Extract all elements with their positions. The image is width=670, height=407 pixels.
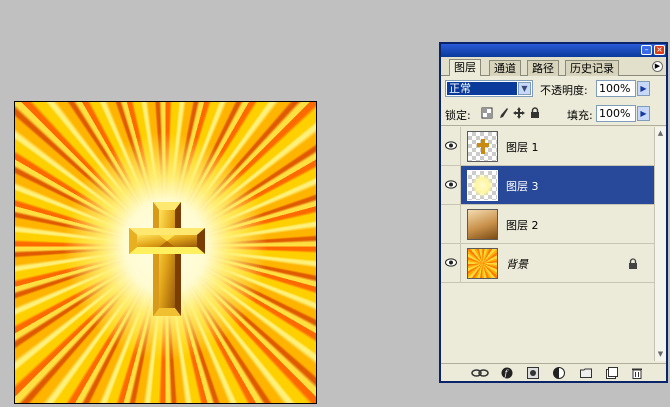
layer-name: 图层 2 [506, 219, 539, 232]
blend-mode-value: 正常 [447, 82, 517, 95]
opacity-input[interactable]: 100% [596, 80, 636, 97]
new-layer-icon[interactable] [606, 367, 618, 379]
lock-all-icon[interactable] [529, 107, 541, 119]
layer-list-scrollbar[interactable]: ▲ ▼ [654, 127, 666, 361]
tab-channels[interactable]: 通道 [489, 60, 521, 76]
layer-style-icon[interactable]: f [501, 367, 513, 379]
tab-history[interactable]: 历史记录 [565, 60, 619, 76]
fill-slider-arrow[interactable]: ▶ [637, 106, 650, 121]
palette-body: 图层 通道 路径 历史记录 ▶ 正常 ▼ 不透明度: 100% ▶ 锁定: 填充… [441, 57, 666, 381]
fill-label: 填充: [567, 109, 593, 122]
palette-bottom-bar: f [441, 363, 666, 381]
scroll-up-icon[interactable]: ▲ [655, 127, 666, 139]
lock-transparency-icon[interactable] [481, 107, 493, 119]
layer-row-2[interactable]: 图层 2 [441, 205, 654, 244]
adjustment-icon[interactable] [553, 367, 565, 379]
opacity-slider-arrow[interactable]: ▶ [637, 81, 650, 96]
lock-position-move-icon[interactable] [513, 107, 525, 119]
minimize-button[interactable]: – [641, 45, 652, 55]
palette-menu-button[interactable]: ▶ [652, 61, 663, 72]
cross-thumbnail-icon [477, 139, 489, 154]
blend-mode-select[interactable]: 正常 ▼ [445, 80, 533, 97]
blend-row: 正常 ▼ 不透明度: 100% ▶ [441, 78, 666, 100]
folder-icon[interactable] [580, 367, 592, 379]
eye-icon [445, 141, 457, 150]
palette-tabs: 图层 通道 路径 历史记录 ▶ [441, 57, 666, 76]
layer-thumbnail [467, 209, 498, 240]
tab-layers[interactable]: 图层 [449, 59, 481, 76]
eye-icon [445, 180, 457, 189]
mask-icon[interactable] [527, 367, 539, 379]
tab-paths[interactable]: 路径 [527, 60, 559, 76]
visibility-toggle[interactable] [441, 127, 461, 165]
layer-thumbnail [467, 248, 498, 279]
close-button[interactable]: × [654, 45, 665, 55]
golden-cross-artwork [129, 202, 205, 316]
palette-titlebar[interactable]: – × [441, 44, 666, 57]
visibility-toggle[interactable] [441, 244, 461, 282]
layer-row-3[interactable]: 图层 3 [441, 166, 654, 205]
trash-icon[interactable] [631, 367, 643, 379]
visibility-toggle[interactable] [441, 205, 461, 243]
fill-input[interactable]: 100% [596, 105, 636, 122]
chevron-down-icon[interactable]: ▼ [518, 82, 531, 95]
eye-icon [445, 258, 457, 267]
layer-list: 图层 1 图层 3 图层 2 背景 [441, 127, 654, 361]
lock-label: 锁定: [445, 109, 471, 122]
layer-name: 背景 [506, 258, 528, 271]
layers-palette: – × 图层 通道 路径 历史记录 ▶ 正常 ▼ 不透明度: 100% ▶ 锁定… [439, 42, 668, 383]
glow-thumbnail-icon [471, 173, 494, 198]
scroll-down-icon[interactable]: ▼ [655, 348, 666, 360]
layer-thumbnail [467, 131, 498, 162]
layer-name: 图层 3 [506, 180, 539, 193]
lock-icon [629, 258, 637, 269]
layer-name: 图层 1 [506, 141, 539, 154]
opacity-label: 不透明度: [540, 84, 588, 97]
document-canvas[interactable] [14, 101, 317, 404]
layer-thumbnail [467, 170, 498, 201]
layer-row-1[interactable]: 图层 1 [441, 127, 654, 166]
visibility-toggle[interactable] [441, 166, 461, 204]
lock-pixels-brush-icon[interactable] [497, 107, 509, 119]
layer-row-background[interactable]: 背景 [441, 244, 654, 283]
link-icon[interactable] [471, 367, 489, 379]
lock-row: 锁定: 填充: 100% ▶ [441, 102, 666, 126]
